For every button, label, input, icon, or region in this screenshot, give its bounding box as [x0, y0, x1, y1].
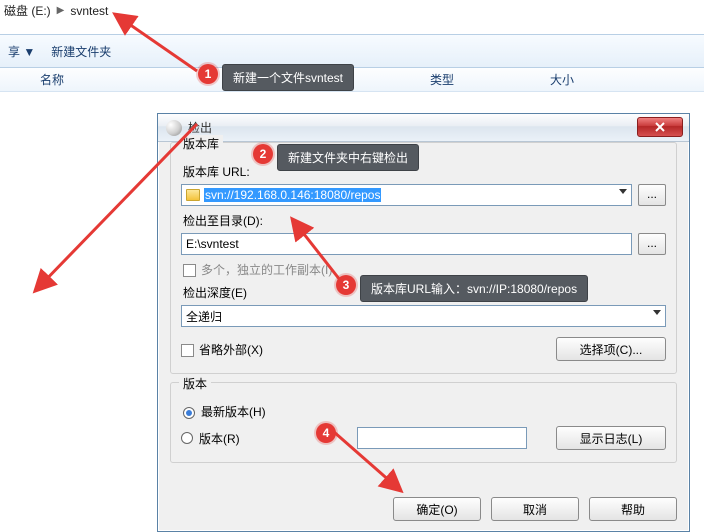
rev-specific-radio[interactable]	[181, 432, 193, 444]
url-browse-button[interactable]: ...	[638, 184, 666, 206]
dir-label: 检出至目录(D):	[183, 212, 666, 229]
dialog-titlebar[interactable]: 检出	[158, 114, 689, 142]
close-button[interactable]	[637, 117, 683, 137]
chevron-down-icon[interactable]	[619, 189, 627, 194]
tortoise-icon	[166, 120, 182, 136]
rev-head-row[interactable]: 最新版本(H)	[183, 403, 666, 420]
rev-group-legend: 版本	[179, 375, 211, 392]
url-value: svn://192.168.0.146:18080/repos	[204, 188, 381, 202]
dialog-title: 检出	[188, 119, 212, 136]
rev-group: 版本 最新版本(H) 版本(R) 显示日志(L)	[170, 382, 677, 463]
omit-externals-row[interactable]: 省略外部(X)	[181, 341, 263, 358]
dir-browse-button[interactable]: ...	[638, 233, 666, 255]
depth-select[interactable]: 全递归	[181, 305, 666, 327]
rev-specific-label: 版本(R)	[199, 430, 240, 447]
explorer-toolbar: 享 ▼ 新建文件夹	[0, 34, 704, 68]
col-size[interactable]: 大小	[538, 71, 658, 88]
step-tip-2: 新建文件夹中右键检出	[277, 144, 419, 171]
toolbar-share[interactable]: 享 ▼	[8, 43, 35, 60]
repo-group-legend: 版本库	[179, 135, 223, 152]
step-badge-4: 4	[316, 423, 336, 443]
dir-input[interactable]: E:\svntest	[181, 233, 632, 255]
omit-ext-checkbox[interactable]	[181, 344, 194, 357]
show-log-button[interactable]: 显示日志(L)	[556, 426, 666, 450]
multi-label: 多个，独立的工作副本(I)	[201, 263, 332, 277]
folder-icon	[186, 189, 200, 201]
rev-head-radio[interactable]	[183, 407, 195, 419]
step-tip-1: 新建一个文件svntest	[222, 64, 354, 91]
step-tip-3: 版本库URL输入：svn://IP:18080/repos	[360, 275, 588, 302]
step-badge-3: 3	[336, 275, 356, 295]
dir-value: E:\svntest	[186, 237, 239, 251]
depth-value: 全递归	[186, 308, 222, 325]
repo-group: 版本库 版本库 URL: svn://192.168.0.146:18080/r…	[170, 142, 677, 374]
checkout-dialog: 检出 版本库 版本库 URL: svn://192.168.0.146:1808…	[157, 113, 690, 532]
col-type[interactable]: 类型	[418, 71, 538, 88]
ok-button[interactable]: 确定(O)	[393, 497, 481, 521]
breadcrumb-drive[interactable]: 磁盘 (E:)	[4, 2, 51, 19]
dialog-footer: 确定(O) 取消 帮助	[393, 497, 677, 521]
url-input[interactable]: svn://192.168.0.146:18080/repos	[181, 184, 632, 206]
url-label: 版本库 URL:	[183, 163, 666, 180]
help-button[interactable]: 帮助	[589, 497, 677, 521]
chevron-right-icon: ▶	[57, 5, 65, 16]
breadcrumb-folder[interactable]: svntest	[70, 4, 108, 18]
rev-head-label: 最新版本(H)	[201, 405, 266, 419]
cancel-button[interactable]: 取消	[491, 497, 579, 521]
step-badge-1: 1	[198, 64, 218, 84]
omit-ext-label: 省略外部(X)	[199, 343, 263, 357]
rev-input[interactable]	[357, 427, 527, 449]
multi-checkbox[interactable]	[183, 264, 196, 277]
step-badge-2: 2	[253, 144, 273, 164]
toolbar-new-folder[interactable]: 新建文件夹	[51, 43, 111, 60]
close-icon	[655, 122, 665, 132]
chevron-down-icon[interactable]	[653, 310, 661, 315]
breadcrumb[interactable]: 磁盘 (E:) ▶ svntest	[0, 2, 108, 19]
choose-items-button[interactable]: 选择项(C)...	[556, 337, 666, 361]
